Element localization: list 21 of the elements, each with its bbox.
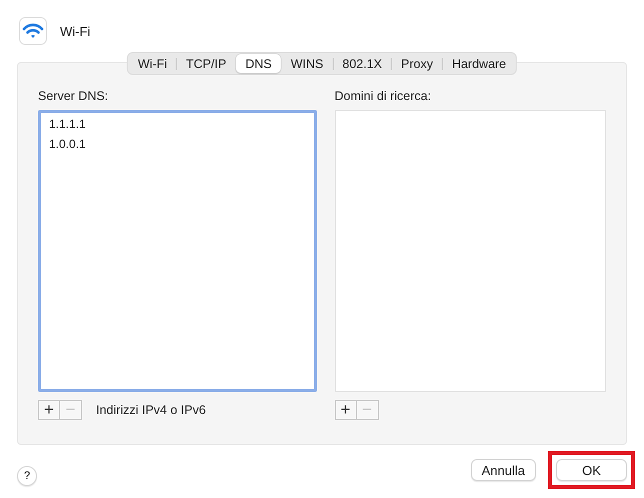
list-box[interactable]: 1.1.1.1 1.0.0.1 bbox=[38, 110, 316, 392]
tab[interactable]: Wi-Fi bbox=[128, 54, 176, 73]
list-item[interactable]: 1.0.0.1 bbox=[49, 134, 86, 154]
dialog-button[interactable]: Annulla bbox=[470, 459, 536, 481]
tab[interactable]: TCP/IP bbox=[177, 54, 236, 73]
window-title: Wi-Fi bbox=[60, 24, 90, 38]
tab[interactable]: DNS bbox=[236, 54, 281, 73]
add-button[interactable]: + bbox=[334, 400, 356, 420]
list-label: Server DNS: bbox=[38, 89, 110, 105]
list-label: Domini di ricerca: bbox=[334, 89, 432, 105]
tab[interactable]: Proxy bbox=[392, 54, 442, 73]
tab[interactable]: WINS bbox=[282, 54, 332, 73]
tab[interactable]: Hardware bbox=[442, 54, 516, 73]
dialog-button[interactable]: OK bbox=[556, 459, 627, 481]
list-box[interactable] bbox=[334, 110, 606, 392]
help-button[interactable]: ? bbox=[17, 466, 37, 486]
wifi-icon bbox=[19, 17, 47, 45]
hint-text: Indirizzi IPv4 o IPv6 bbox=[96, 403, 206, 417]
tab[interactable]: 802.1X bbox=[333, 54, 391, 73]
list-item[interactable]: 1.1.1.1 bbox=[49, 114, 86, 134]
add-button[interactable]: + bbox=[38, 400, 60, 420]
